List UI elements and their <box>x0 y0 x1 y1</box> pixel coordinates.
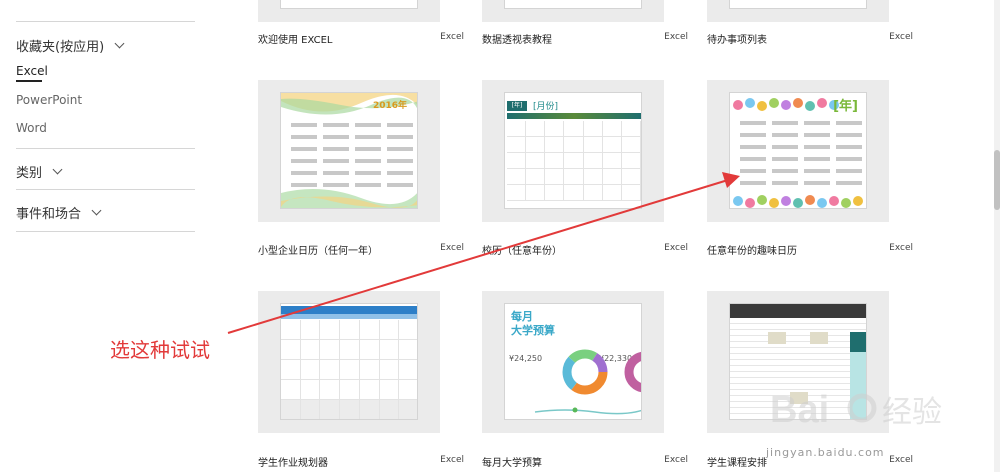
tile-app: Excel <box>889 32 913 42</box>
thumb-calendar-grid <box>507 121 641 201</box>
vertical-scrollbar[interactable] <box>994 0 1000 472</box>
template-thumbnail: [年] <box>729 92 867 209</box>
tile-app: Excel <box>440 243 464 253</box>
active-indicator <box>16 80 42 82</box>
watermark-url: jingyan.baidu.com <box>766 446 885 459</box>
sidebar-divider <box>16 189 195 190</box>
thumb-header-bar <box>507 113 641 119</box>
tile-name[interactable]: 待办事项列表 <box>707 31 767 46</box>
tile-app: Excel <box>440 455 464 465</box>
category-heading[interactable]: 类别 <box>16 162 63 181</box>
thumb-year-label: [年] <box>507 101 527 111</box>
tile-app: Excel <box>664 32 688 42</box>
svg-text:经验: 经验 <box>882 395 942 430</box>
template-thumbnail <box>504 0 642 9</box>
template-thumbnail: 2016年 <box>280 92 418 209</box>
events-heading[interactable]: 事件和场合 <box>16 203 102 222</box>
thumb-calendar-grid <box>281 320 417 419</box>
template-thumbnail <box>280 0 418 9</box>
template-thumbnail: 每月 大学预算 ¥24,250 ¥22,330 <box>504 303 642 420</box>
tile-name[interactable]: 数据透视表教程 <box>482 31 552 46</box>
category-heading-label: 类别 <box>16 166 43 181</box>
sidebar-item-word[interactable]: Word <box>16 121 47 135</box>
template-tile-assignment-planner[interactable] <box>258 291 440 433</box>
template-thumbnail <box>729 0 867 9</box>
favorites-heading-label: 收藏夹(按应用) <box>16 40 105 55</box>
tile-app: Excel <box>889 243 913 253</box>
scrollbar-thumb[interactable] <box>994 150 1000 210</box>
tile-app: Excel <box>664 455 688 465</box>
thumb-month-label: [月份] <box>533 102 559 112</box>
tile-app: Excel <box>440 32 464 42</box>
thumb-year: [年] <box>833 99 858 114</box>
thumb-header-bar <box>730 304 866 318</box>
tile-name[interactable]: 任意年份的趣味日历 <box>707 242 797 257</box>
events-heading-label: 事件和场合 <box>16 207 82 222</box>
thumb-block <box>810 332 828 344</box>
template-tile-college-budget[interactable]: 每月 大学预算 ¥24,250 ¥22,330 <box>482 291 664 433</box>
thumb-month-grid <box>291 123 413 187</box>
sidebar-item-excel[interactable]: Excel <box>16 64 48 78</box>
thumb-block <box>768 332 786 344</box>
favorites-by-app-heading[interactable]: 收藏夹(按应用) <box>16 36 125 55</box>
annotation-text: 选这种试试 <box>110 338 210 362</box>
tile-app: Excel <box>664 243 688 253</box>
budget-donut-graphic <box>534 349 641 415</box>
sidebar-divider <box>16 21 195 22</box>
tile-name[interactable]: 小型企业日历（任何一年） <box>258 242 378 257</box>
template-tile-todo[interactable] <box>707 0 889 22</box>
tile-name[interactable]: 欢迎使用 EXCEL <box>258 31 333 46</box>
chevron-down-icon <box>52 164 63 175</box>
thumb-header-bar <box>281 306 417 314</box>
template-gallery-page: 收藏夹(按应用) Excel PowerPoint Word 类别 事件和场合 … <box>0 0 1000 472</box>
chevron-down-icon <box>91 205 102 216</box>
thumb-block <box>850 332 866 352</box>
thumb-month-grid <box>740 121 862 185</box>
thumb-subheader-bar <box>281 314 417 319</box>
tile-name[interactable]: 校历（任意年份） <box>482 242 562 257</box>
tile-name[interactable]: 学生课程安排 <box>707 454 767 469</box>
sidebar-item-powerpoint[interactable]: PowerPoint <box>16 93 82 107</box>
template-tile-business-calendar[interactable]: 2016年 <box>258 80 440 222</box>
thumb-year: 2016年 <box>372 101 407 111</box>
template-tile-fun-calendar[interactable]: [年] <box>707 80 889 222</box>
template-tile-school-calendar[interactable]: [年] [月份] <box>482 80 664 222</box>
template-thumbnail: [年] [月份] <box>504 92 642 209</box>
svg-text:Bai: Bai <box>770 389 829 431</box>
sidebar-divider <box>16 148 195 149</box>
template-tile-welcome[interactable] <box>258 0 440 22</box>
sidebar-divider <box>16 231 195 232</box>
template-tile-pivot[interactable] <box>482 0 664 22</box>
template-thumbnail <box>280 303 418 420</box>
tile-name[interactable]: 每月大学预算 <box>482 454 542 469</box>
chevron-down-icon <box>114 38 125 49</box>
tile-name[interactable]: 学生作业规划器 <box>258 454 328 469</box>
